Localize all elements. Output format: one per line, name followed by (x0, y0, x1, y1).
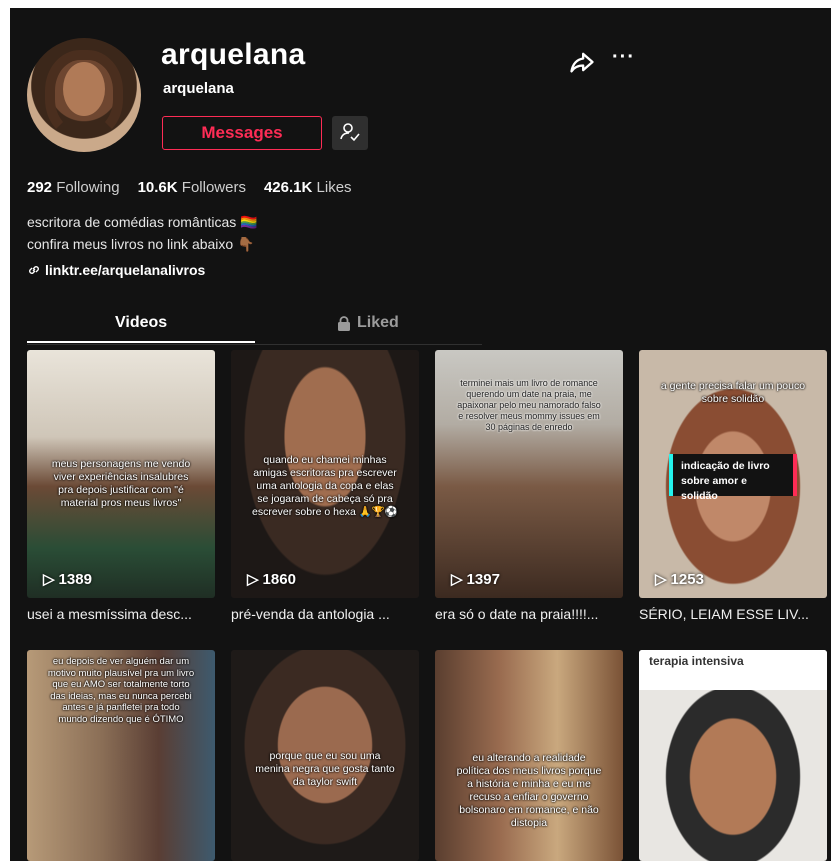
video-overlay-text: terminei mais um livro de romance queren… (457, 378, 601, 432)
profile-tabs: Videos Liked (27, 308, 482, 345)
view-count: ▷ 1397 (451, 570, 500, 589)
play-icon: ▷ (451, 571, 463, 588)
video-caption[interactable]: SÉRIO, LEIAM ESSE LIV... (639, 606, 827, 622)
active-tab-indicator (27, 341, 255, 343)
link-icon (29, 266, 39, 274)
messages-button[interactable]: Messages (162, 116, 322, 150)
video-card[interactable]: quando eu chamei minhas amigas escritora… (231, 350, 419, 598)
video-overlay-text: a gente precisa falar um pouco sobre sol… (660, 380, 806, 405)
video-overlay-text: porque que eu sou uma menina negra que g… (255, 750, 395, 788)
video-card[interactable]: eu alterando a realidade política dos me… (435, 650, 623, 861)
video-card[interactable]: terapia intensiva (639, 650, 827, 861)
view-count: ▷ 1389 (43, 570, 92, 589)
profile-subtitle: arquelana (163, 80, 234, 97)
profile-link[interactable]: linktr.ee/arquelanalivros (27, 262, 205, 278)
video-overlay-text: meus personagens me vendo viver experiên… (51, 458, 191, 509)
likes-label: Likes (316, 179, 352, 196)
view-count-value: 1389 (58, 570, 92, 588)
bio-line: escritora de comédias românticas 🏳️‍🌈 (27, 214, 258, 230)
view-count-value: 1860 (262, 570, 296, 588)
share-icon[interactable] (568, 48, 596, 76)
bio-line: confira meus livros no link abaixo 👇🏾 (27, 236, 255, 252)
play-icon: ▷ (247, 571, 259, 588)
video-card[interactable]: terminei mais um livro de romance queren… (435, 350, 623, 598)
likes-stat: 426.1K Likes (264, 179, 352, 196)
video-caption[interactable]: usei a mesmíssima desc... (27, 606, 215, 622)
user-check-icon (340, 123, 360, 142)
likes-count: 426.1K (263, 179, 313, 196)
profile-link-text: linktr.ee/arquelanalivros (45, 262, 206, 278)
tab-liked[interactable]: Liked (337, 314, 399, 332)
video-caption[interactable]: era só o date na praia!!!!... (435, 606, 623, 622)
view-count: ▷ 1253 (655, 570, 704, 589)
view-count-value: 1253 (670, 570, 704, 588)
book-recommendation-banner: indicação de livro sobre amor e solidão (669, 454, 797, 502)
lock-icon (338, 315, 350, 331)
video-overlay-text: eu alterando a realidade política dos me… (456, 752, 602, 829)
view-count-value: 1397 (466, 570, 500, 588)
video-card[interactable]: eu depois de ver alguém dar um motivo mu… (27, 650, 215, 861)
following-label: Following (56, 179, 120, 196)
play-icon: ▷ (43, 571, 55, 588)
profile-bio: escritora de comédias românticas 🏳️‍🌈 co… (27, 211, 258, 255)
video-card[interactable]: a gente precisa falar um pouco sobre sol… (639, 350, 827, 598)
video-header-text: terapia intensiva (639, 650, 827, 690)
avatar-face (63, 62, 105, 116)
profile-page: arquelana arquelana ··· Messages 292 Fol… (10, 8, 831, 861)
video-caption[interactable]: pré-venda da antologia ... (231, 606, 419, 622)
video-card[interactable]: porque que eu sou uma menina negra que g… (231, 650, 419, 861)
tab-videos[interactable]: Videos (115, 314, 167, 332)
tab-liked-label: Liked (357, 314, 399, 331)
followers-label: Followers (181, 179, 246, 196)
video-card[interactable]: meus personagens me vendo viver experiên… (27, 350, 215, 598)
more-options-icon[interactable]: ··· (612, 46, 635, 69)
play-icon: ▷ (655, 571, 667, 588)
followers-stat[interactable]: 10.6K Followers (138, 179, 246, 196)
profile-title: arquelana (161, 38, 306, 71)
following-stat[interactable]: 292 Following (27, 179, 120, 196)
followers-count: 10.6K (137, 179, 178, 196)
view-count: ▷ 1860 (247, 570, 296, 589)
video-overlay-text: quando eu chamei minhas amigas escritora… (251, 454, 399, 518)
following-count: 292 (27, 179, 53, 196)
profile-stats: 292 Following 10.6K Followers 426.1K Lik… (27, 179, 352, 196)
video-overlay-text: eu depois de ver alguém dar um motivo mu… (47, 656, 195, 725)
avatar[interactable] (27, 38, 141, 152)
following-status-button[interactable] (332, 116, 368, 150)
